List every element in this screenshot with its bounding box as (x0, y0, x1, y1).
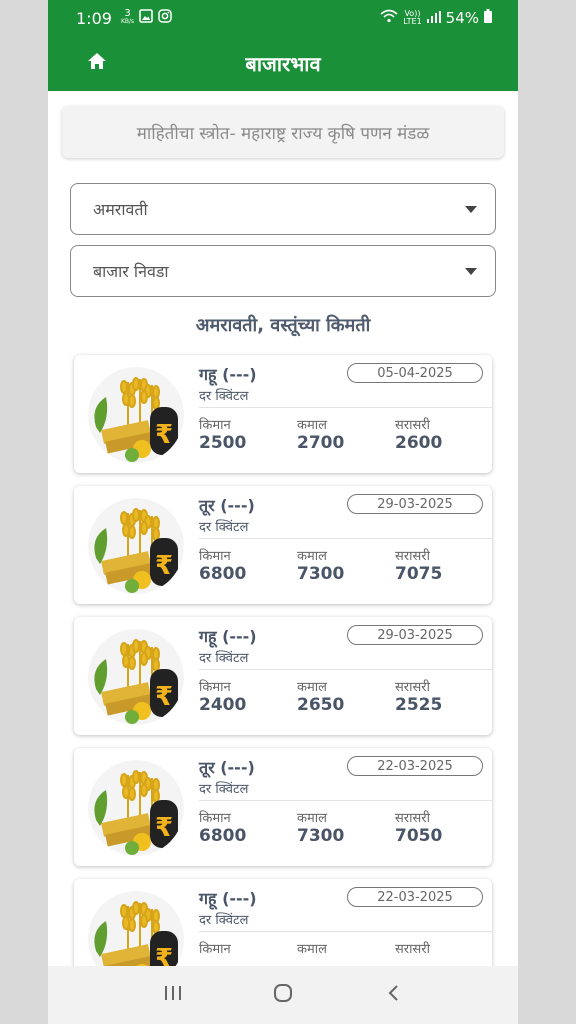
max-price-value: 7300 (297, 826, 345, 846)
avg-price-value: 2600 (395, 433, 443, 453)
max-price-label: कमाल (297, 811, 327, 826)
gallery-icon (139, 9, 153, 27)
min-price-label: किमान (199, 549, 231, 564)
price-card[interactable]: ₹ तूर (---) दर क्विंटल 29-03-2025 किमान … (74, 486, 492, 604)
market-dropdown-value: बाजार निवडा (93, 262, 169, 281)
avg-price-label: सरासरी (395, 549, 430, 564)
home-button[interactable] (84, 50, 110, 76)
commodity-name: गहू (---) (199, 365, 257, 384)
card-divider (199, 669, 492, 670)
commodity-image: ₹ (88, 498, 184, 594)
commodity-name: गहू (---) (199, 889, 257, 908)
min-price-value: 6800 (199, 826, 247, 846)
card-divider (199, 931, 492, 932)
rate-unit: दर क्विंटल (199, 782, 249, 797)
max-price-value: 2700 (297, 433, 345, 453)
recent-apps-icon (163, 984, 183, 1006)
lte-indicator: Vo)) LTE1 (403, 9, 422, 26)
min-price-value: 2500 (199, 433, 247, 453)
min-price-value: 2400 (199, 695, 247, 715)
max-price-value: 2650 (297, 695, 345, 715)
price-card[interactable]: ₹ गहू (---) दर क्विंटल 29-03-2025 किमान … (74, 617, 492, 735)
recent-apps-button[interactable] (153, 975, 193, 1015)
page-title: बाजारभाव (245, 52, 321, 76)
price-card[interactable]: ₹ गहू (---) दर क्विंटल 05-04-2025 किमान … (74, 355, 492, 473)
avg-price-label: सरासरी (395, 680, 430, 695)
avg-price-value: 7075 (395, 564, 443, 584)
district-dropdown-value: अमरावती (93, 200, 148, 219)
svg-text:₹: ₹ (155, 420, 173, 450)
avg-price-label: सरासरी (395, 942, 430, 957)
min-price-value: 6800 (199, 564, 247, 584)
price-date-badge: 29-03-2025 (347, 625, 483, 645)
app-bar: बाजारभाव (48, 36, 518, 91)
system-nav-bar (48, 966, 518, 1024)
back-button[interactable] (373, 975, 413, 1015)
rate-unit: दर क्विंटल (199, 520, 249, 535)
battery-percent: 54% (445, 9, 479, 27)
price-date-badge: 22-03-2025 (347, 756, 483, 776)
max-price-value: 7300 (297, 564, 345, 584)
section-title: अमरावती, वस्तूंच्या किमती (195, 315, 371, 336)
min-price-label: किमान (199, 418, 231, 433)
min-price-label: किमान (199, 680, 231, 695)
wifi-icon (380, 9, 398, 27)
card-divider (199, 407, 492, 408)
svg-text:₹: ₹ (155, 551, 173, 581)
home-icon (87, 52, 107, 74)
data-source-banner: माहितीचा स्त्रोत- महाराष्ट्र राज्य कृषि … (62, 106, 504, 158)
commodity-image: ₹ (88, 629, 184, 725)
max-price-label: कमाल (297, 549, 327, 564)
main-content[interactable]: माहितीचा स्त्रोत- महाराष्ट्र राज्य कृषि … (48, 91, 518, 966)
rate-unit: दर क्विंटल (199, 651, 249, 666)
min-price-label: किमान (199, 811, 231, 826)
svg-text:₹: ₹ (155, 944, 173, 966)
back-icon (386, 983, 400, 1007)
instagram-icon (158, 9, 172, 27)
dropdown-arrow-icon (465, 268, 477, 275)
price-date-badge: 22-03-2025 (347, 887, 483, 907)
max-price-label: कमाल (297, 680, 327, 695)
avg-price-value: 7050 (395, 826, 443, 846)
battery-icon (484, 9, 492, 27)
avg-price-value: 2525 (395, 695, 443, 715)
card-divider (199, 800, 492, 801)
network-speed: 3 KB/s (120, 8, 135, 26)
svg-text:₹: ₹ (155, 682, 173, 712)
home-circle-icon (272, 982, 294, 1008)
price-date-badge: 29-03-2025 (347, 494, 483, 514)
min-price-label: किमान (199, 942, 231, 957)
price-date-badge: 05-04-2025 (347, 363, 483, 383)
dropdown-arrow-icon (465, 206, 477, 213)
phone-screen: 1:09 3 KB/s Vo)) LTE1 54% बाजारभाव माहित… (48, 0, 518, 1024)
commodity-name: गहू (---) (199, 627, 257, 646)
avg-price-label: सरासरी (395, 811, 430, 826)
commodity-name: तूर (---) (199, 496, 255, 515)
avg-price-label: सरासरी (395, 418, 430, 433)
commodity-image: ₹ (88, 891, 184, 966)
card-divider (199, 538, 492, 539)
price-card[interactable]: ₹ तूर (---) दर क्विंटल 22-03-2025 किमान … (74, 748, 492, 866)
district-dropdown[interactable]: अमरावती (70, 183, 496, 235)
rate-unit: दर क्विंटल (199, 913, 249, 928)
commodity-image: ₹ (88, 367, 184, 463)
status-bar: 1:09 3 KB/s Vo)) LTE1 54% (48, 0, 518, 36)
data-source-text: माहितीचा स्त्रोत- महाराष्ट्र राज्य कृषि … (136, 123, 430, 144)
home-nav-button[interactable] (263, 975, 303, 1015)
price-card[interactable]: ₹ गहू (---) दर क्विंटल 22-03-2025 किमान … (74, 879, 492, 966)
max-price-label: कमाल (297, 418, 327, 433)
commodity-image: ₹ (88, 760, 184, 856)
commodity-name: तूर (---) (199, 758, 255, 777)
status-time: 1:09 (76, 8, 112, 28)
rate-unit: दर क्विंटल (199, 389, 249, 404)
max-price-label: कमाल (297, 942, 327, 957)
market-dropdown[interactable]: बाजार निवडा (70, 245, 496, 297)
svg-text:₹: ₹ (155, 813, 173, 843)
signal-icon (426, 9, 441, 27)
